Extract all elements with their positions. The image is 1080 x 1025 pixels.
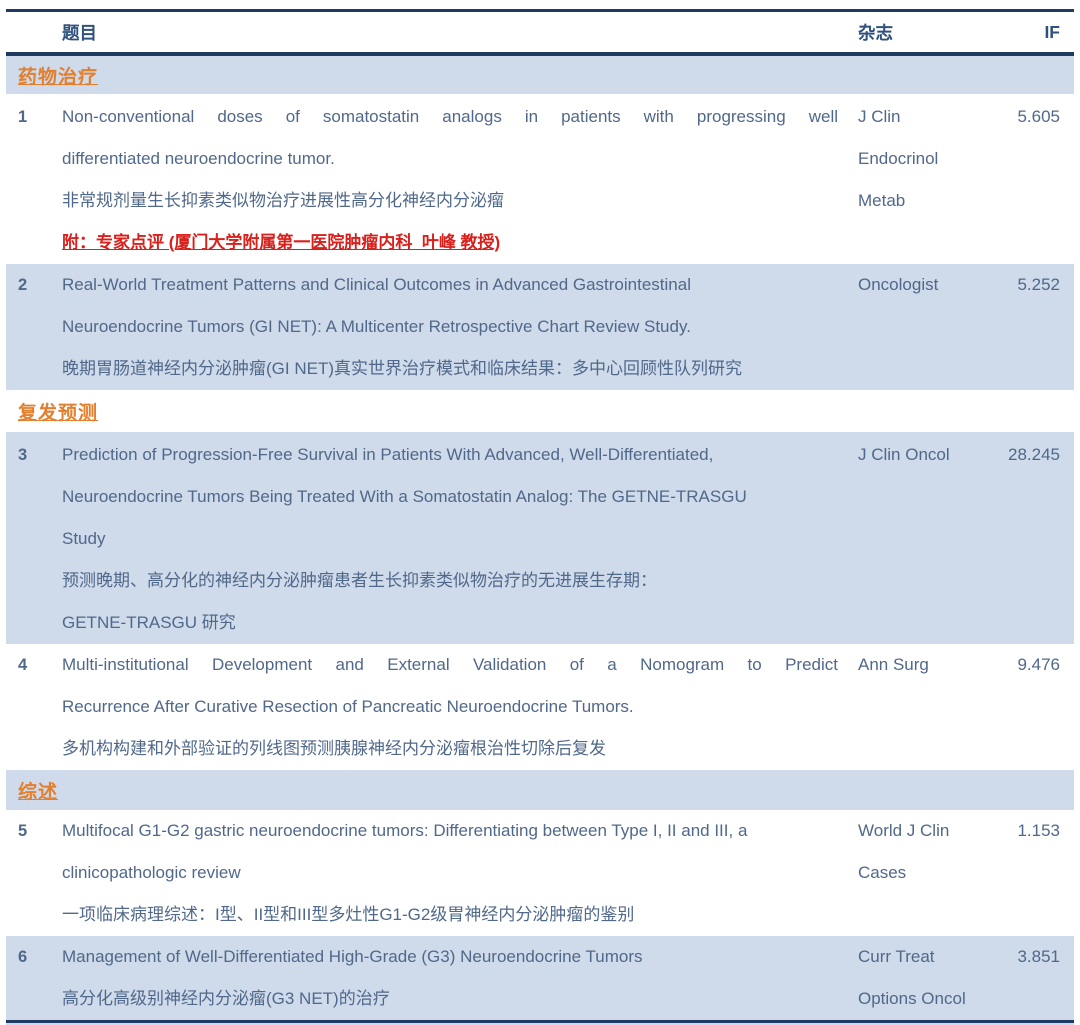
header-title-col: 题目 (62, 20, 838, 45)
header-if-col: IF (980, 22, 1060, 43)
paper-title-cell: Prediction of Progression-Free Survival … (62, 434, 838, 644)
paper-title-en-line: Management of Well-Differentiated High-G… (62, 936, 838, 978)
journal-name-line: Curr Treat (858, 936, 980, 978)
journal-cell: Curr Treat Options Oncol (858, 936, 980, 1020)
journal-name-line: Metab (858, 180, 980, 222)
paper-title-en-line: Study (62, 518, 838, 560)
row-number: 2 (18, 264, 62, 390)
paper-title-zh-line: 预测晚期、高分化的神经内分泌肿瘤患者生长抑素类似物治疗的无进展生存期： (62, 560, 838, 602)
section-header-review: 综述 (6, 770, 1074, 810)
impact-factor-value: 28.245 (980, 434, 1060, 644)
header-journal-col: 杂志 (858, 20, 980, 45)
paper-row-5: 5 Multifocal G1-G2 gastric neuroendocrin… (6, 810, 1074, 936)
paper-title-cell: Multifocal G1-G2 gastric neuroendocrine … (62, 810, 838, 936)
journal-name-line: J Clin Oncol (858, 434, 980, 476)
journal-name-line: Oncologist (858, 264, 980, 306)
paper-title-cell: Multi-institutional Development and Exte… (62, 644, 838, 770)
paper-title-zh-line: 非常规剂量生长抑素类似物治疗进展性高分化神经内分泌瘤 (62, 180, 838, 222)
paper-title-zh-line: 高分化高级别神经内分泌瘤(G3 NET)的治疗 (62, 978, 838, 1020)
paper-title-en-line: Multifocal G1-G2 gastric neuroendocrine … (62, 810, 838, 852)
row-number: 4 (18, 644, 62, 770)
journal-name-line: World J Clin (858, 810, 980, 852)
row-number: 6 (18, 936, 62, 1020)
paper-row-2: 2 Real-World Treatment Patterns and Clin… (6, 264, 1074, 390)
paper-row-3: 3 Prediction of Progression-Free Surviva… (6, 432, 1074, 644)
journal-name-line: J Clin (858, 96, 980, 138)
paper-title-en-line: Real-World Treatment Patterns and Clinic… (62, 264, 838, 306)
row-number: 3 (18, 434, 62, 644)
journal-name-line: Cases (858, 852, 980, 894)
journal-cell: World J Clin Cases (858, 810, 980, 936)
impact-factor-value: 9.476 (980, 644, 1060, 770)
journal-name-line: Ann Surg (858, 644, 980, 686)
paper-title-zh-line: GETNE-TRASGU 研究 (62, 602, 838, 644)
journal-cell: J Clin Oncol (858, 434, 980, 644)
paper-title-en-line: Recurrence After Curative Resection of P… (62, 686, 838, 728)
section-label: 综述 (18, 777, 58, 804)
paper-title-en-line: differentiated neuroendocrine tumor. (62, 138, 838, 180)
row-number: 1 (18, 96, 62, 264)
journal-name-line: Endocrinol (858, 138, 980, 180)
paper-title-en-line: Prediction of Progression-Free Survival … (62, 434, 838, 476)
impact-factor-value: 3.851 (980, 936, 1060, 1020)
paper-title-en-line: Non-conventional doses of somatostatin a… (62, 96, 838, 138)
paper-title-cell: Non-conventional doses of somatostatin a… (62, 96, 838, 264)
journal-cell: J Clin Endocrinol Metab (858, 96, 980, 264)
paper-title-en-line: Neuroendocrine Tumors Being Treated With… (62, 476, 838, 518)
paper-row-1: 1 Non-conventional doses of somatostatin… (6, 94, 1074, 264)
table-header-row: 题目 杂志 IF (6, 9, 1074, 56)
section-header-recurrence-prediction: 复发预测 (6, 390, 1074, 432)
paper-title-zh-line: 多机构构建和外部验证的列线图预测胰腺神经内分泌瘤根治性切除后复发 (62, 728, 838, 770)
section-label: 药物治疗 (18, 62, 98, 89)
paper-row-6: 6 Management of Well-Differentiated High… (6, 936, 1074, 1020)
impact-factor-value: 5.252 (980, 264, 1060, 390)
impact-factor-value: 1.153 (980, 810, 1060, 936)
journal-cell: Ann Surg (858, 644, 980, 770)
impact-factor-value: 5.605 (980, 96, 1060, 264)
paper-title-cell: Real-World Treatment Patterns and Clinic… (62, 264, 838, 390)
paper-row-4: 4 Multi-institutional Development and Ex… (6, 644, 1074, 770)
paper-title-en-line: Neuroendocrine Tumors (GI NET): A Multic… (62, 306, 838, 348)
paper-title-cell: Management of Well-Differentiated High-G… (62, 936, 838, 1020)
paper-title-zh-line: 晚期胃肠道神经内分泌肿瘤(GI NET)真实世界治疗模式和临床结果：多中心回顾性… (62, 348, 838, 390)
journal-name-line: Options Oncol (858, 978, 980, 1020)
table-bottom-rule (6, 1020, 1074, 1025)
paper-title-en-line: clinicopathologic review (62, 852, 838, 894)
row-number: 5 (18, 810, 62, 936)
publication-list-table: 题目 杂志 IF 药物治疗 1 Non-conventional doses o… (0, 0, 1080, 1025)
section-label: 复发预测 (18, 398, 98, 425)
paper-title-en-line: Multi-institutional Development and Exte… (62, 644, 838, 686)
expert-comment-note: 附：专家点评 (厦门大学附属第一医院肿瘤内科 叶峰 教授) (62, 222, 838, 264)
paper-title-zh-line: 一项临床病理综述：I型、II型和III型多灶性G1-G2级胃神经内分泌肿瘤的鉴别 (62, 894, 838, 936)
journal-cell: Oncologist (858, 264, 980, 390)
section-header-drug-therapy: 药物治疗 (6, 56, 1074, 94)
